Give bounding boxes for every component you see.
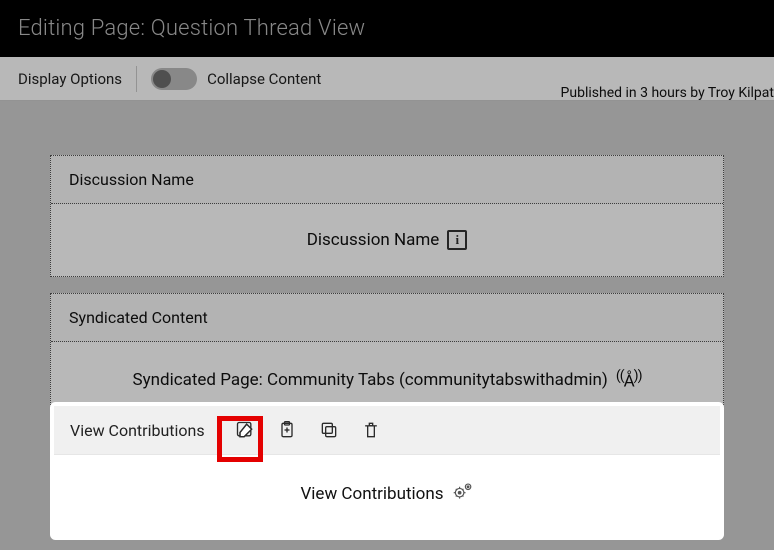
discussion-block-header: Discussion Name (51, 156, 723, 204)
syndicated-content-block[interactable]: Syndicated Content Syndicated Page: Comm… (50, 293, 724, 419)
layout-canvas: Discussion Name Discussion Name i Syndic… (0, 101, 774, 455)
edit-button[interactable] (233, 418, 257, 442)
syndicated-body-label: Syndicated Page: Community Tabs (communi… (132, 370, 607, 390)
copy-button[interactable] (317, 418, 341, 442)
add-button[interactable] (275, 418, 299, 442)
discussion-block-body: Discussion Name i (51, 204, 723, 276)
copy-icon (319, 420, 339, 440)
display-options-label: Display Options (18, 70, 122, 88)
gears-icon (452, 481, 474, 506)
collapse-toggle[interactable] (151, 68, 197, 90)
broadcast-icon: ((Å)) (616, 368, 642, 392)
page-title: Editing Page: Question Thread View (18, 16, 365, 41)
discussion-name-block[interactable]: Discussion Name Discussion Name i (50, 155, 724, 277)
pencil-square-icon (235, 420, 255, 440)
collapse-label: Collapse Content (207, 70, 321, 88)
page-title-bar: Editing Page: Question Thread View (0, 0, 774, 57)
trash-icon (361, 420, 381, 440)
block-toolbar (233, 418, 383, 442)
view-contributions-header: View Contributions (54, 406, 720, 455)
syndicated-block-header: Syndicated Content (51, 294, 723, 342)
discussion-body-label: Discussion Name (307, 230, 440, 250)
publish-status: Published in 3 hours by Troy Kilpat (561, 85, 774, 101)
view-contributions-body: View Contributions (54, 455, 720, 536)
view-contributions-body-label: View Contributions (300, 484, 443, 504)
options-divider (136, 66, 137, 92)
view-contributions-block[interactable]: View Contributions (54, 406, 720, 536)
delete-button[interactable] (359, 418, 383, 442)
info-icon: i (447, 230, 467, 250)
clipboard-plus-icon (277, 420, 297, 440)
view-contributions-title: View Contributions (70, 421, 205, 440)
toggle-knob (153, 70, 171, 88)
